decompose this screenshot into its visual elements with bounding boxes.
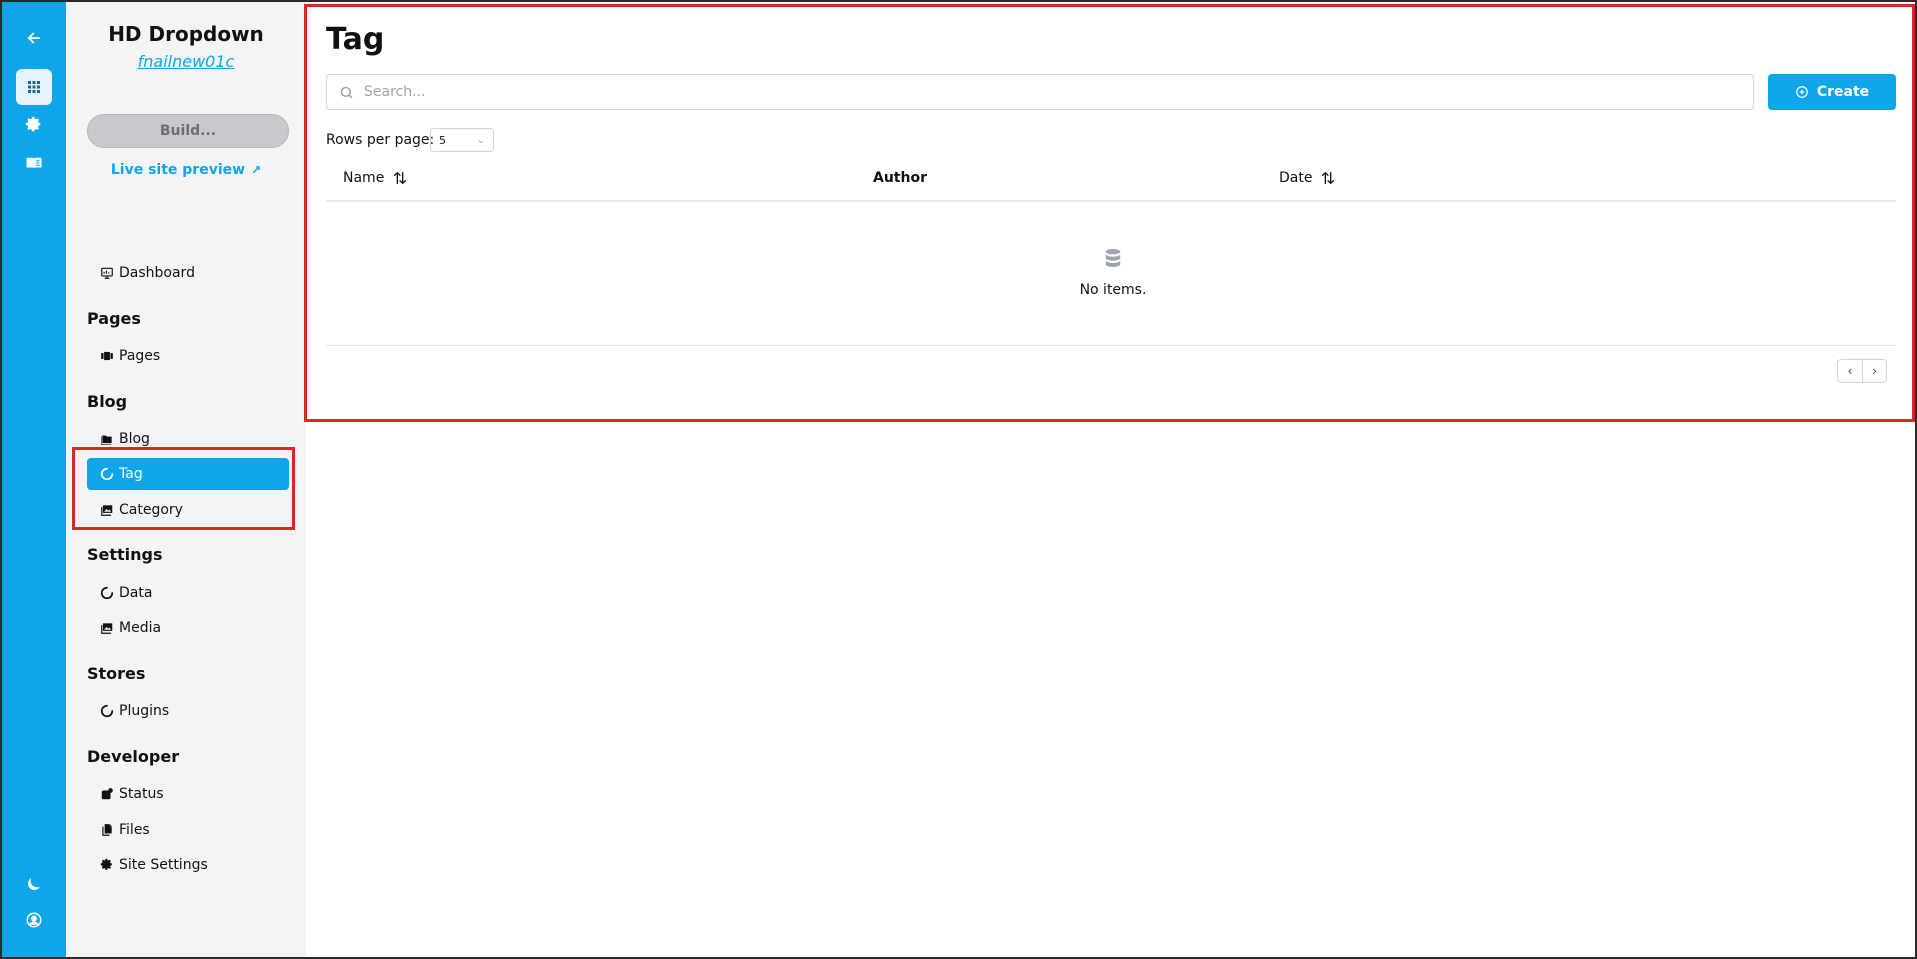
column-header-name[interactable]: Name (343, 170, 408, 186)
files-icon (99, 822, 115, 838)
live-site-preview-label: Live site preview (110, 162, 246, 178)
plus-circle-icon (1796, 86, 1808, 98)
table-header-divider (326, 200, 1896, 202)
sidebar-item-site-settings[interactable]: Site Settings (87, 849, 289, 881)
sidebar-item-label: Data (119, 585, 153, 601)
column-header-label: Date (1279, 170, 1313, 186)
sidebar-item-dashboard[interactable]: Dashboard (87, 257, 289, 289)
apps-grid-icon[interactable] (16, 69, 52, 105)
search-icon (340, 86, 353, 98)
sort-icon (394, 172, 407, 184)
rows-per-page-value: 5 (439, 133, 446, 147)
section-title-stores: Stores (87, 664, 146, 683)
images-icon (99, 620, 115, 636)
column-header-date[interactable]: Date (1279, 170, 1336, 186)
search-box[interactable] (326, 74, 1754, 110)
sidebar-item-label: Media (119, 620, 162, 636)
create-button-label: Create (1816, 84, 1870, 100)
moon-icon[interactable] (16, 866, 52, 902)
site-subtitle-link[interactable]: fnailnew01c (66, 52, 306, 71)
sidebar-item-blog[interactable]: Blog (87, 423, 289, 455)
spinner-icon (99, 466, 115, 482)
back-arrow-icon[interactable] (16, 20, 52, 56)
sidebar-item-label: Files (119, 822, 150, 838)
create-button[interactable]: Create (1768, 74, 1896, 110)
column-header-author: Author (873, 170, 927, 186)
sidebar-item-label: Status (119, 786, 164, 802)
sidebar-item-label: Site Settings (119, 857, 208, 873)
live-site-preview-link[interactable]: Live site preview ↗ (66, 162, 306, 178)
spinner-icon (99, 703, 115, 719)
empty-state-text: No items. (1079, 282, 1147, 298)
sidebar-item-tag[interactable]: Tag (87, 458, 289, 490)
external-link-icon: ↗ (251, 163, 262, 177)
next-page-button[interactable]: › (1862, 360, 1886, 382)
rows-per-page-label: Rows per page: (326, 132, 435, 148)
database-icon (1105, 249, 1121, 267)
images-icon (99, 502, 115, 518)
sidebar-item-label: Pages (119, 348, 161, 364)
pagination: ‹ › (1837, 359, 1887, 383)
sidebar-item-status[interactable]: Status (87, 778, 289, 810)
folder-icon (99, 431, 115, 447)
section-title-settings: Settings (87, 545, 163, 564)
sidebar-item-plugins[interactable]: Plugins (87, 695, 289, 727)
sidebar-item-pages[interactable]: Pages (87, 340, 289, 372)
sidebar-item-label: Blog (119, 431, 150, 447)
main-content: Tag Create Rows per page: 5 ⌄ Name Autho… (306, 6, 1914, 421)
build-button[interactable]: Build... (87, 114, 289, 148)
sidebar-item-label: Dashboard (119, 265, 195, 281)
sidebar-item-files[interactable]: Files (87, 814, 289, 846)
sidebar-item-media[interactable]: Media (87, 612, 289, 644)
app-window: HD Dropdown fnailnew01c Build... Live si… (2, 2, 1915, 957)
column-header-label: Author (873, 170, 927, 186)
table-footer-divider (326, 345, 1896, 346)
chevron-down-icon: ⌄ (476, 134, 485, 146)
site-title: HD Dropdown (108, 22, 264, 46)
sidebar-item-label: Plugins (119, 703, 170, 719)
rows-per-page-select[interactable]: 5 ⌄ (430, 128, 494, 152)
book-icon[interactable] (16, 145, 52, 181)
sidebar-item-category[interactable]: Category (87, 494, 289, 526)
pages-icon (99, 348, 115, 364)
section-title-pages: Pages (87, 309, 141, 328)
prev-page-button[interactable]: ‹ (1838, 360, 1862, 382)
section-title-blog: Blog (87, 392, 128, 411)
status-icon (99, 786, 115, 802)
search-input[interactable] (364, 84, 1744, 100)
section-title-developer: Developer (87, 747, 180, 766)
gear-icon[interactable] (16, 107, 52, 143)
spinner-icon (99, 585, 115, 601)
sidebar-item-data[interactable]: Data (87, 577, 289, 609)
icon-rail (2, 2, 66, 957)
page-title: Tag (326, 22, 385, 57)
column-header-label: Name (343, 170, 385, 186)
sidebar-item-label: Tag (119, 466, 143, 482)
sort-icon (1322, 172, 1335, 184)
sidebar: HD Dropdown fnailnew01c Build... Live si… (66, 2, 306, 957)
user-icon[interactable] (16, 902, 52, 938)
dashboard-icon (99, 265, 115, 281)
gear-icon (99, 857, 115, 873)
sidebar-item-label: Category (119, 502, 183, 518)
